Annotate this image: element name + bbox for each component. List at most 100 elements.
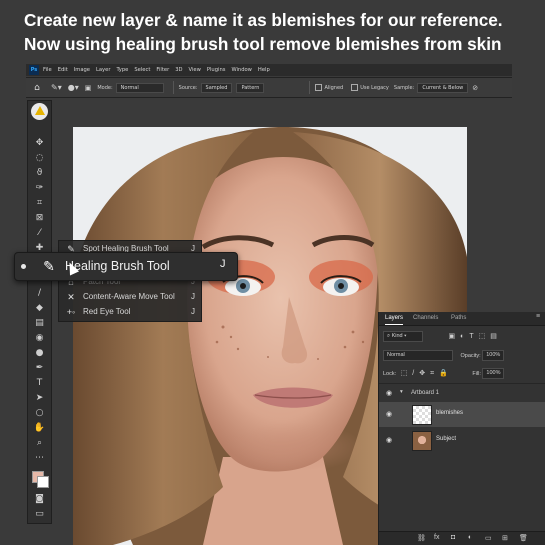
pen-tool-icon[interactable]: ✒ [33,362,46,374]
healing-brush-label: Healing Brush Tool [65,259,170,273]
new-layer-icon[interactable]: ⊞ [502,534,508,542]
adjustment-layer-icon[interactable]: ◐ [468,534,472,541]
menu-edit[interactable]: Edit [58,67,68,73]
mode-select[interactable]: Normal [115,82,164,93]
selected-indicator [21,264,26,269]
brush-size-icon[interactable]: ●▾ [68,83,79,92]
tab-paths[interactable]: Paths [451,315,466,321]
menu-plugins[interactable]: Plugins [207,67,226,73]
flyout-item-healing-brush[interactable]: ✎ Healing Brush Tool J [14,252,238,281]
layer-thumbnail [412,431,432,451]
menu-layer[interactable]: Layer [96,67,110,73]
menu-type[interactable]: Type [116,67,128,73]
dodge-tool-icon[interactable]: ● [33,347,46,359]
artboard-name: Artboard 1 [411,390,440,396]
disclosure-chevron-icon[interactable]: ▾ [400,389,403,395]
layers-footer: ⛓ fx ◘ ◐ ▭ ⊞ 🗑 [379,531,545,545]
healing-brush-preset-icon[interactable]: ✎▾ [51,83,62,92]
source-label: Source: [178,84,198,91]
panel-menu-icon[interactable]: ≡ [536,313,540,320]
filter-kind-select[interactable]: ⌕ Kind ▾ [383,331,423,343]
screen-mode-icon[interactable]: ▭ [33,508,46,520]
path-selection-tool-icon[interactable]: ➤ [33,392,46,404]
home-icon[interactable]: ⌂ [31,82,43,94]
aligned-checkbox[interactable] [315,84,323,91]
flyout-item-content-aware-move[interactable]: ✕ Content-Aware Move Tool J [59,290,201,304]
use-legacy-checkbox[interactable] [351,84,359,91]
eye-icon[interactable]: ◉ [386,410,394,418]
fill-input[interactable]: 100% [482,368,505,380]
blur-tool-icon[interactable]: ◉ [33,332,46,344]
layer-row-subject[interactable]: ◉ Subject [379,428,545,453]
new-group-icon[interactable]: ▭ [485,534,492,542]
fx-icon[interactable]: fx [434,534,439,541]
lock-icons[interactable]: ⬚/✥⌗🔒 [401,370,453,377]
type-tool-icon[interactable]: T [33,377,46,389]
source-sampled-button[interactable]: Sampled [200,82,233,93]
quick-mask-icon[interactable]: ◙ [33,493,46,505]
delete-layer-icon[interactable]: 🗑 [519,534,528,542]
gradient-tool-icon[interactable]: ▤ [33,317,46,329]
tutorial-caption: Create new layer & name it as blemishes … [24,8,539,56]
tab-channels[interactable]: Channels [413,315,438,321]
toolbox: ✥ ◌ ϑ ✑ ⌗ ⊠ ⁄ ✚ / ◆ ▤ ◉ ● ✒ T ➤ ○ ✋ ⌕ ⋯ … [27,100,52,524]
lasso-tool-icon[interactable]: ϑ [33,167,46,179]
menu-view[interactable]: View [189,67,201,73]
caption-line-1: Create new layer & name it as blemishes … [24,10,503,30]
menu-window[interactable]: Window [231,67,251,73]
sample-select[interactable]: Current & Below [417,82,469,93]
layer-name: blemishes [436,410,464,416]
layer-row-blemishes[interactable]: ◉ blemishes [379,402,545,427]
filter-icons[interactable]: ▣◐T⬚▤ [449,333,502,340]
photoshop-logo-icon: Ps [29,65,39,75]
eraser-tool-icon[interactable]: ◆ [33,302,46,314]
menu-filter[interactable]: Filter [156,67,169,73]
ignore-adjustment-icon[interactable]: ⊘ [472,84,478,92]
hand-tool-icon[interactable]: ✋ [33,422,46,434]
tab-layers[interactable]: Layers [385,315,404,325]
eye-icon[interactable]: ◉ [386,389,394,397]
caption-line-2: Now using healing brush tool remove blem… [24,34,502,54]
fill-label: Fill: [472,371,481,377]
filter-row: ⌕ Kind ▾ ▣◐T⬚▤ [383,331,502,343]
healing-brush-icon: ✎ [43,258,55,274]
content-aware-move-icon: ✕ [67,292,75,302]
aligned-label: Aligned [324,84,344,91]
move-tool-icon[interactable]: ✥ [33,137,46,149]
marquee-tool-icon[interactable]: ◌ [33,152,46,164]
shape-tool-icon[interactable]: ○ [33,407,46,419]
frame-tool-icon[interactable]: ⊠ [33,212,46,224]
flyout-item-red-eye[interactable]: +◦ Red Eye Tool J [59,305,201,319]
quick-selection-tool-icon[interactable]: ✑ [33,182,46,194]
menu-file[interactable]: File [43,67,52,73]
panel-tabs: Layers Channels Paths ≡ [379,312,545,326]
layer-thumbnail [412,405,432,425]
brush-tool-icon[interactable]: / [33,287,46,299]
blend-mode-select[interactable]: Normal [383,350,453,362]
background-color-swatch[interactable] [37,476,49,488]
brush-settings-icon[interactable]: ▣ [85,84,92,92]
link-layers-icon[interactable]: ⛓ [417,534,426,542]
menu-3d[interactable]: 3D [175,67,182,73]
sample-label: Sample: [393,84,415,91]
source-pattern-button[interactable]: Pattern [236,82,265,93]
more-tools-icon[interactable]: ⋯ [33,452,46,464]
lock-row: Lock: ⬚/✥⌗🔒 Fill: 100% [383,368,505,380]
menu-image[interactable]: Image [74,67,90,73]
menu-help[interactable]: Help [258,67,270,73]
menu-select[interactable]: Select [134,67,150,73]
layer-name: Subject [436,436,457,442]
eyedropper-tool-icon[interactable]: ⁄ [33,227,46,239]
red-eye-icon: +◦ [66,307,76,317]
crop-tool-icon[interactable]: ⌗ [33,197,46,209]
toolbox-logo-icon [31,103,48,120]
mode-label: Mode: [97,84,113,91]
eye-icon[interactable]: ◉ [386,436,394,444]
layers-panel: Layers Channels Paths ≡ ⌕ Kind ▾ ▣◐T⬚▤ N… [378,312,545,545]
add-mask-icon[interactable]: ◘ [451,534,455,541]
zoom-tool-icon[interactable]: ⌕ [33,437,46,449]
healing-brush-shortcut: J [220,258,226,270]
opacity-label: Opacity: [460,353,481,359]
opacity-input[interactable]: 100% [482,350,505,362]
artboard-row[interactable]: ◉ ▾ Artboard 1 [379,383,545,402]
